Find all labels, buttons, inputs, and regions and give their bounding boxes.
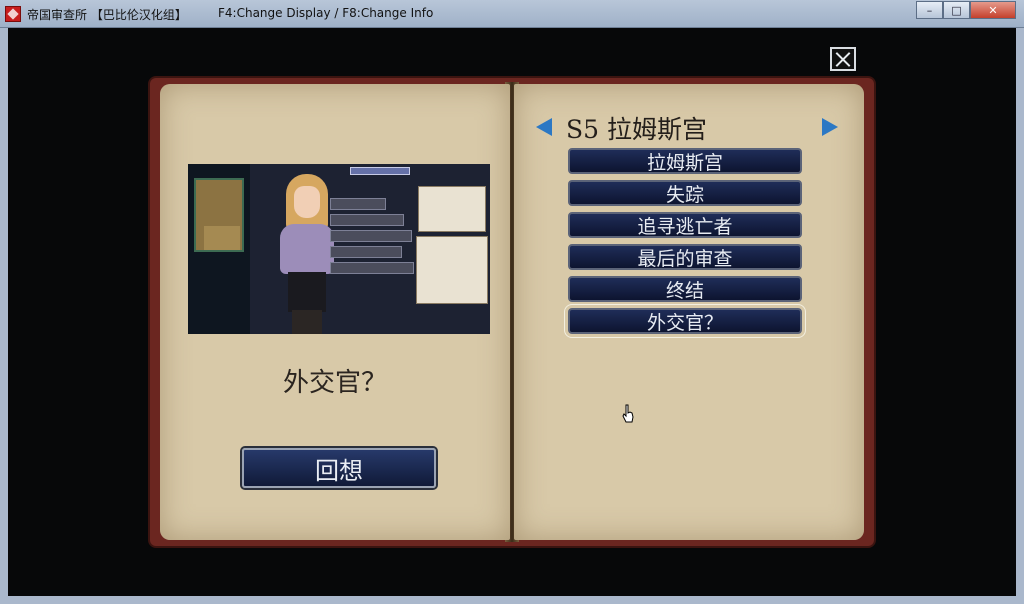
window-frame-right — [1016, 28, 1024, 596]
recall-button[interactable]: 回想 — [242, 448, 436, 488]
arrow-right-icon[interactable] — [822, 118, 838, 136]
right-page: S5 拉姆斯宫 拉姆斯宫 失踪 追寻逃亡者 最后的审查 终结 外交官？ — [514, 84, 864, 540]
scene-item[interactable]: 终结 — [568, 276, 802, 302]
recall-book: 外交官？ 回想 S5 拉姆斯宫 拉姆斯宫 失踪 追寻逃亡者 最后的审查 终结 外… — [150, 78, 874, 546]
app-icon — [5, 6, 21, 22]
thumbnail-name-bar — [350, 167, 410, 175]
scene-thumbnail — [188, 164, 490, 334]
window-titlebar: 帝国审查所 【巴比伦汉化组】 F4:Change Display / F8:Ch… — [0, 0, 1024, 28]
maximize-button[interactable]: □ — [943, 1, 970, 19]
scene-item[interactable]: 最后的审查 — [568, 244, 802, 270]
close-window-button[interactable]: ✕ — [970, 1, 1016, 19]
scene-item[interactable]: 拉姆斯宫 — [568, 148, 802, 174]
scene-title: 外交官？ — [282, 368, 387, 398]
minimize-button[interactable]: – — [916, 1, 943, 19]
close-x-icon[interactable] — [830, 47, 856, 71]
scene-item-selected[interactable]: 外交官？ — [564, 304, 806, 338]
window-frame-bottom — [0, 596, 1024, 604]
hand-cursor-icon — [622, 404, 634, 423]
thumbnail-document — [418, 186, 486, 232]
scene-item[interactable]: 失踪 — [568, 180, 802, 206]
chapter-title: S5 拉姆斯宫 — [566, 115, 707, 144]
window-hint: F4:Change Display / F8:Change Info — [218, 6, 434, 20]
window-title: 帝国审查所 【巴比伦汉化组】 — [27, 8, 187, 22]
left-page: 外交官？ 回想 — [160, 84, 510, 540]
window-frame-left — [0, 28, 8, 596]
thumbnail-map — [188, 164, 250, 334]
scene-item[interactable]: 追寻逃亡者 — [568, 212, 802, 238]
thumbnail-id-card — [416, 236, 488, 304]
arrow-left-icon[interactable] — [536, 118, 552, 136]
